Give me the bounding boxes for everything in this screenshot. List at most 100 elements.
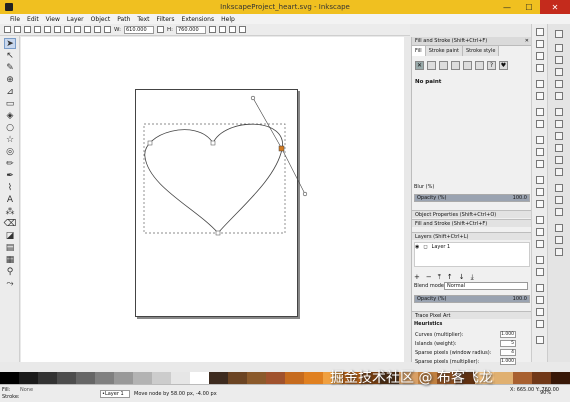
layer-name[interactable]: Layer 1 xyxy=(432,244,451,250)
palette-swatch[interactable] xyxy=(57,372,76,384)
export-icon[interactable] xyxy=(536,92,544,100)
transform-gradients-icon[interactable] xyxy=(228,26,236,33)
flip-vertical-icon[interactable] xyxy=(64,26,71,33)
menu-file[interactable]: File xyxy=(10,16,20,23)
add-layer-icon[interactable]: + xyxy=(414,273,420,282)
zoom-tool-icon[interactable]: ⊕ xyxy=(4,74,16,85)
spray-tool-icon[interactable]: ⁂ xyxy=(4,206,16,217)
palette-swatch[interactable] xyxy=(38,372,57,384)
calligraphy-tool-icon[interactable]: ⌇ xyxy=(4,182,16,193)
height-input[interactable]: 760.000 xyxy=(175,25,206,34)
linear-gradient-icon[interactable] xyxy=(439,61,448,70)
object-properties-header[interactable]: Object Properties (Shift+Ctrl+O) xyxy=(412,210,532,218)
blend-mode-select[interactable]: Normal xyxy=(444,282,528,290)
flat-color-icon[interactable] xyxy=(427,61,436,70)
duplicate-icon[interactable] xyxy=(536,216,544,224)
star-tool-icon[interactable]: ☆ xyxy=(4,134,16,145)
minimize-button[interactable]: — xyxy=(496,0,518,14)
menu-extensions[interactable]: Extensions xyxy=(182,16,215,23)
select-all-layers-icon[interactable] xyxy=(14,26,21,33)
palette-swatch[interactable] xyxy=(95,372,114,384)
snap-rotation-center-icon[interactable] xyxy=(555,196,563,204)
rectangle-tool-icon[interactable]: ▭ xyxy=(4,98,16,109)
new-document-icon[interactable] xyxy=(536,28,544,36)
move-layer-top-icon[interactable]: ⤒ xyxy=(438,273,441,282)
gradient-tool-icon[interactable]: ▤ xyxy=(4,242,16,253)
zoom-selection-icon[interactable] xyxy=(536,176,544,184)
heart-path[interactable] xyxy=(144,123,283,234)
save-icon[interactable] xyxy=(536,52,544,60)
palette-swatch[interactable] xyxy=(228,372,247,384)
bezier-handle-2[interactable] xyxy=(302,191,308,197)
spiral-tool-icon[interactable]: ◎ xyxy=(4,146,16,157)
raise-top-icon[interactable] xyxy=(104,26,111,33)
snap-bbox-corner-icon[interactable] xyxy=(555,68,563,76)
snap-paths-icon[interactable] xyxy=(555,120,563,128)
print-icon[interactable] xyxy=(536,64,544,72)
menu-view[interactable]: View xyxy=(46,16,60,23)
status-layer-select[interactable]: •Layer 1 xyxy=(100,390,130,398)
snap-bbox-icon[interactable] xyxy=(555,44,563,52)
move-layer-down-icon[interactable]: ↓ xyxy=(459,273,465,282)
lower-icon[interactable] xyxy=(84,26,91,33)
paste-icon[interactable] xyxy=(536,160,544,168)
palette-swatch[interactable] xyxy=(209,372,228,384)
snap-grid-icon[interactable] xyxy=(555,236,563,244)
text-font-dialog-icon[interactable] xyxy=(536,296,544,304)
path-node-top[interactable] xyxy=(210,140,216,146)
palette-swatch[interactable] xyxy=(152,372,171,384)
menu-text[interactable]: Text xyxy=(137,16,149,23)
scale-corners-icon[interactable] xyxy=(218,26,226,33)
menu-filters[interactable]: Filters xyxy=(157,16,175,23)
pen-tool-icon[interactable]: ✒ xyxy=(4,170,16,181)
visibility-eye-icon[interactable]: ◉ xyxy=(415,244,419,250)
zoom-drawing-icon[interactable] xyxy=(536,188,544,196)
unlink-clone-icon[interactable] xyxy=(536,240,544,248)
radial-gradient-icon[interactable] xyxy=(451,61,460,70)
preferences-icon[interactable] xyxy=(536,336,544,344)
menu-object[interactable]: Object xyxy=(91,16,111,23)
snap-bbox-midpoint-icon[interactable] xyxy=(555,80,563,88)
import-icon[interactable] xyxy=(536,80,544,88)
scale-stroke-icon[interactable] xyxy=(208,26,216,33)
rotate-ccw-icon[interactable] xyxy=(34,26,41,33)
clone-icon[interactable] xyxy=(536,228,544,236)
fill-rule-icon[interactable]: ♥ xyxy=(499,61,508,70)
opacity-slider[interactable]: Opacity (%) 100.0 xyxy=(414,194,530,202)
flip-horizontal-icon[interactable] xyxy=(54,26,61,33)
deselect-icon[interactable] xyxy=(24,26,31,33)
transform-patterns-icon[interactable] xyxy=(238,26,246,33)
pattern-icon[interactable] xyxy=(475,61,484,70)
palette-swatch[interactable] xyxy=(114,372,133,384)
layer-row[interactable]: ◉ ◻ Layer 1 xyxy=(415,244,450,250)
no-paint-icon[interactable]: ✕ xyxy=(415,61,424,70)
snap-enable-icon[interactable] xyxy=(555,30,563,38)
palette-swatch[interactable] xyxy=(133,372,152,384)
param-curves-input[interactable]: 1.000 xyxy=(500,331,516,338)
drawing-canvas[interactable] xyxy=(21,37,404,362)
zoom-page-icon[interactable] xyxy=(536,200,544,208)
menu-help[interactable]: Help xyxy=(221,16,235,23)
snap-page-border-icon[interactable] xyxy=(555,224,563,232)
fill-stroke-header[interactable]: Fill and Stroke (Shift+Ctrl+F) ✕ xyxy=(412,37,532,46)
palette-swatch[interactable] xyxy=(304,372,323,384)
selector-tool-icon[interactable]: ➤ xyxy=(4,38,16,49)
palette-swatch[interactable] xyxy=(0,372,19,384)
close-panel-icon[interactable]: ✕ xyxy=(525,37,529,46)
trace-pixel-art-header[interactable]: Trace Pixel Art xyxy=(412,311,532,319)
path-node-bottom[interactable] xyxy=(215,230,221,236)
param-sparse-multiplier-input[interactable]: 1.000 xyxy=(500,358,516,365)
snap-cusp-nodes-icon[interactable] xyxy=(555,144,563,152)
select-all-icon[interactable] xyxy=(4,26,11,33)
menu-path[interactable]: Path xyxy=(117,16,130,23)
width-input[interactable]: 610.000 xyxy=(123,25,154,34)
rotate-cw-icon[interactable] xyxy=(44,26,51,33)
align-dialog-icon[interactable] xyxy=(536,320,544,328)
param-sparse-radius-input[interactable]: 4 xyxy=(500,349,516,356)
mesh-tool-icon[interactable]: ▦ xyxy=(4,254,16,265)
snap-bbox-edge-icon[interactable] xyxy=(555,56,563,64)
group-icon[interactable] xyxy=(536,256,544,264)
palette-swatch[interactable] xyxy=(494,372,513,384)
raise-icon[interactable] xyxy=(94,26,101,33)
ellipse-tool-icon[interactable]: ○ xyxy=(4,122,16,133)
